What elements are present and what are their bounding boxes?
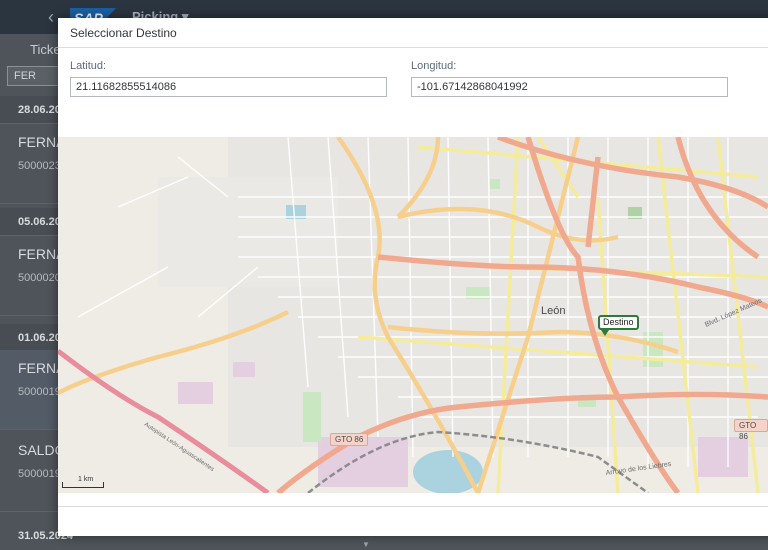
group-header: 28.06.20: [0, 96, 61, 124]
list-item[interactable]: FERNA 5000020: [0, 236, 65, 316]
longitude-input[interactable]: [411, 77, 728, 97]
dialog-footer: [58, 506, 768, 536]
select-destination-dialog: Seleccionar Destino Latitud: Longitud:: [58, 18, 768, 536]
destination-marker[interactable]: Destino: [598, 315, 639, 336]
map-view[interactable]: Blvd. López Mateos Arroyo de los Liebres…: [58, 137, 768, 493]
map-pin-icon: [601, 330, 609, 336]
scroll-down-icon[interactable]: ▼: [362, 540, 372, 549]
map-canvas: Blvd. López Mateos Arroyo de los Liebres…: [58, 137, 768, 493]
dialog-header: Seleccionar Destino: [58, 18, 768, 48]
city-label: León: [541, 305, 566, 317]
list-header: Ticke: [30, 42, 61, 57]
group-header: 01.06.20: [0, 324, 61, 352]
list-item-selected[interactable]: FERNA 5000019: [0, 350, 65, 430]
latitude-input[interactable]: [70, 77, 387, 97]
route-shield: GTO 86: [330, 433, 369, 446]
destination-marker-label: Destino: [598, 315, 639, 330]
map-scale-label: 1 km: [78, 476, 94, 483]
group-header: 05.06.20: [0, 208, 61, 236]
route-shield: GTO 86: [734, 419, 768, 441]
longitude-label: Longitud:: [411, 60, 457, 72]
dialog-title: Seleccionar Destino: [70, 26, 177, 40]
list-item[interactable]: SALDO 5000019: [0, 432, 65, 512]
latitude-label: Latitud:: [70, 60, 107, 72]
list-item[interactable]: FERNA 5000023: [0, 124, 65, 204]
filter-input[interactable]: FER: [7, 66, 59, 86]
